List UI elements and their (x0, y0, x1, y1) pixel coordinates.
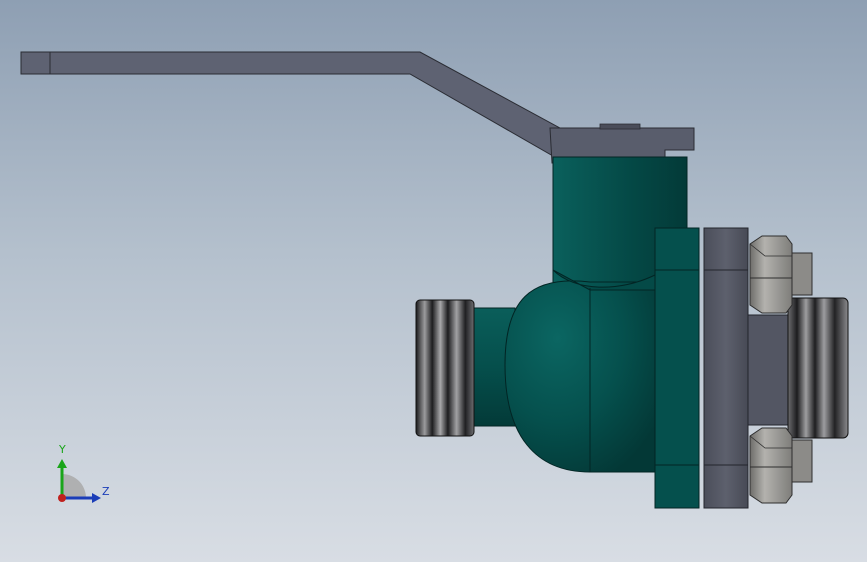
orientation-triad[interactable]: Y Z (48, 440, 118, 510)
body-flange (654, 227, 700, 509)
bottom-bolt-nut (749, 427, 813, 504)
axis-y-label: Y (59, 443, 66, 456)
axis-z-label: Z (102, 485, 110, 498)
ball-valve-model[interactable] (0, 0, 867, 562)
lever-handle (20, 51, 695, 164)
3d-viewport[interactable]: Y Z (0, 0, 867, 562)
outlet-threaded-end (787, 297, 849, 439)
valve-body (504, 269, 656, 473)
inlet-threaded-end (415, 299, 516, 437)
